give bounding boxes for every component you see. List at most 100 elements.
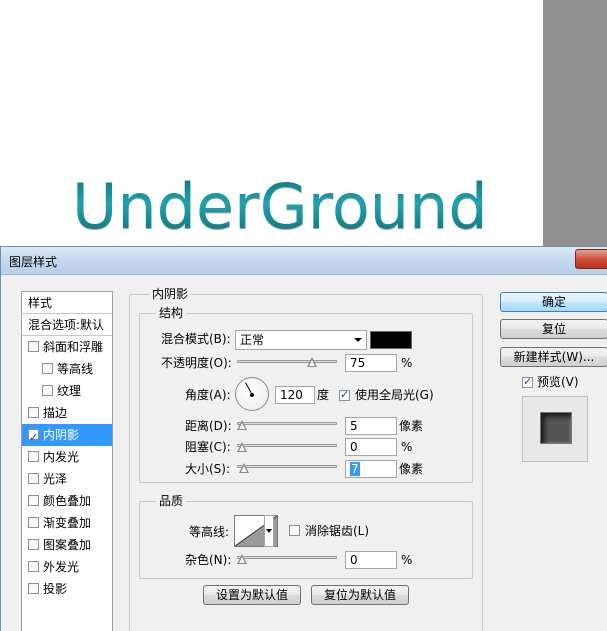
size-input[interactable]: 7 (345, 460, 397, 478)
reset-button[interactable]: 复位 (500, 319, 607, 339)
blend-options-item[interactable]: 混合选项:默认 (22, 314, 112, 336)
dialog-title: 图层样式 (9, 255, 58, 269)
checkbox-bevel-emboss[interactable] (28, 341, 39, 352)
style-item-drop-shadow[interactable]: 投影 (22, 578, 112, 600)
ok-button[interactable]: 确定 (500, 292, 607, 312)
style-item-inner-shadow[interactable]: 内阴影 (22, 424, 112, 449)
new-style-button[interactable]: 新建样式(W)... (500, 347, 607, 367)
style-item-label: 纹理 (57, 384, 82, 398)
distance-label: 距离(D): (185, 419, 232, 433)
checkbox-inner-glow[interactable] (28, 451, 39, 462)
style-preview-thumbnail (522, 396, 588, 462)
size-slider-thumb[interactable] (239, 463, 249, 473)
angle-label: 角度(A): (185, 388, 231, 402)
opacity-input[interactable]: 75 (345, 354, 397, 372)
checkbox-drop-shadow[interactable] (28, 583, 39, 594)
style-item-label: 投影 (43, 582, 68, 596)
style-item-satin[interactable]: 光泽 (22, 468, 112, 490)
style-item-label: 内发光 (43, 450, 80, 464)
checkbox-satin[interactable] (28, 473, 39, 484)
style-item-bevel-emboss[interactable]: 斜面和浮雕 (22, 336, 112, 358)
checkbox-contour[interactable] (42, 363, 53, 374)
dialog-titlebar[interactable]: 图层样式 (1, 247, 607, 275)
style-item-label: 内阴影 (43, 428, 80, 442)
layer-style-dialog: 图层样式 样式 混合选项:默认 斜面和浮雕 等高线 纹理 描边 ✓ 内阴影 内发… (0, 246, 607, 631)
set-default-button[interactable]: 设置为默认值 (203, 585, 301, 605)
shadow-color-swatch[interactable] (370, 331, 412, 349)
style-item-label: 图案叠加 (43, 538, 92, 552)
choke-slider-track[interactable] (237, 444, 337, 447)
distance-slider-track[interactable] (237, 422, 337, 425)
inner-shadow-title: 内阴影 (149, 287, 192, 301)
checkbox-gradient-overlay[interactable] (28, 517, 39, 528)
noise-label: 杂色(N): (185, 553, 232, 567)
preview-swatch (540, 412, 572, 444)
checkbox-outer-glow[interactable] (28, 561, 39, 572)
choke-unit: % (401, 440, 413, 454)
canvas-text-layer: UnderGround (72, 170, 488, 243)
style-item-label: 描边 (43, 406, 68, 420)
dialog-content: 样式 混合选项:默认 斜面和浮雕 等高线 纹理 描边 内阴影 (1, 275, 607, 631)
distance-slider-thumb[interactable] (237, 420, 247, 430)
distance-input[interactable]: 5 (345, 417, 397, 435)
distance-unit: 像素 (399, 419, 424, 433)
contour-label: 等高线: (189, 525, 230, 539)
close-button[interactable] (575, 249, 607, 269)
style-item-color-overlay[interactable]: 颜色叠加 (22, 490, 112, 512)
preview-checkbox[interactable] (522, 375, 533, 388)
style-item-label: 颜色叠加 (43, 494, 92, 508)
style-item-texture[interactable]: 纹理 (22, 380, 112, 402)
size-label: 大小(S): (185, 462, 231, 476)
checkbox-inner-shadow[interactable] (28, 427, 39, 449)
global-light-checkbox[interactable] (339, 388, 350, 401)
style-item-label: 光泽 (43, 472, 68, 486)
chevron-down-icon (354, 338, 362, 342)
preview-label[interactable]: 预览(V) (537, 373, 579, 391)
angle-unit: 度 (317, 388, 330, 402)
style-item-contour[interactable]: 等高线 (22, 358, 112, 380)
choke-label: 阻塞(C): (185, 440, 231, 454)
checkbox-pattern-overlay[interactable] (28, 539, 39, 550)
blend-mode-value: 正常 (240, 333, 265, 347)
quality-title: 品质 (156, 494, 187, 508)
style-item-label: 斜面和浮雕 (43, 340, 104, 354)
style-item-label: 等高线 (57, 362, 94, 376)
angle-dial[interactable] (235, 377, 269, 411)
size-unit: 像素 (399, 462, 424, 476)
reset-default-button[interactable]: 复位为默认值 (311, 585, 409, 605)
checkbox-texture[interactable] (42, 385, 53, 396)
blend-mode-label: 混合模式(B): (161, 332, 231, 346)
document-canvas[interactable]: UnderGround (0, 0, 543, 250)
checkbox-color-overlay[interactable] (28, 495, 39, 506)
style-item-label: 外发光 (43, 560, 80, 574)
style-item-inner-glow[interactable]: 内发光 (22, 446, 112, 468)
contour-dropdown-button[interactable] (264, 515, 274, 547)
noise-slider-track[interactable] (237, 556, 337, 559)
size-value: 7 (350, 462, 360, 476)
noise-unit: % (401, 553, 413, 567)
style-list: 样式 混合选项:默认 斜面和浮雕 等高线 纹理 描边 内阴影 (21, 291, 113, 631)
style-item-label: 渐变叠加 (43, 516, 92, 530)
antialias-label[interactable]: 消除锯齿(L) (305, 522, 369, 540)
style-item-gradient-overlay[interactable]: 渐变叠加 (22, 512, 112, 534)
opacity-slider-thumb[interactable] (307, 357, 317, 367)
opacity-label: 不透明度(O): (161, 356, 232, 370)
style-item-pattern-overlay[interactable]: 图案叠加 (22, 534, 112, 556)
style-item-stroke[interactable]: 描边 (22, 402, 112, 424)
noise-input[interactable]: 0 (345, 551, 397, 569)
blend-mode-select[interactable]: 正常 (235, 330, 367, 350)
opacity-slider-track[interactable] (237, 360, 337, 363)
style-item-outer-glow[interactable]: 外发光 (22, 556, 112, 578)
checkbox-stroke[interactable] (28, 407, 39, 418)
size-slider-track[interactable] (237, 465, 337, 468)
structure-title: 结构 (156, 306, 187, 320)
style-list-header[interactable]: 样式 (22, 292, 112, 314)
antialias-checkbox[interactable] (289, 525, 300, 536)
choke-slider-thumb[interactable] (237, 442, 247, 452)
global-light-label[interactable]: 使用全局光(G) (355, 386, 434, 404)
opacity-unit: % (401, 356, 413, 370)
choke-input[interactable]: 0 (345, 438, 397, 456)
noise-slider-thumb[interactable] (237, 554, 247, 564)
angle-dial-center (250, 393, 254, 397)
angle-input[interactable]: 120 (275, 386, 315, 404)
